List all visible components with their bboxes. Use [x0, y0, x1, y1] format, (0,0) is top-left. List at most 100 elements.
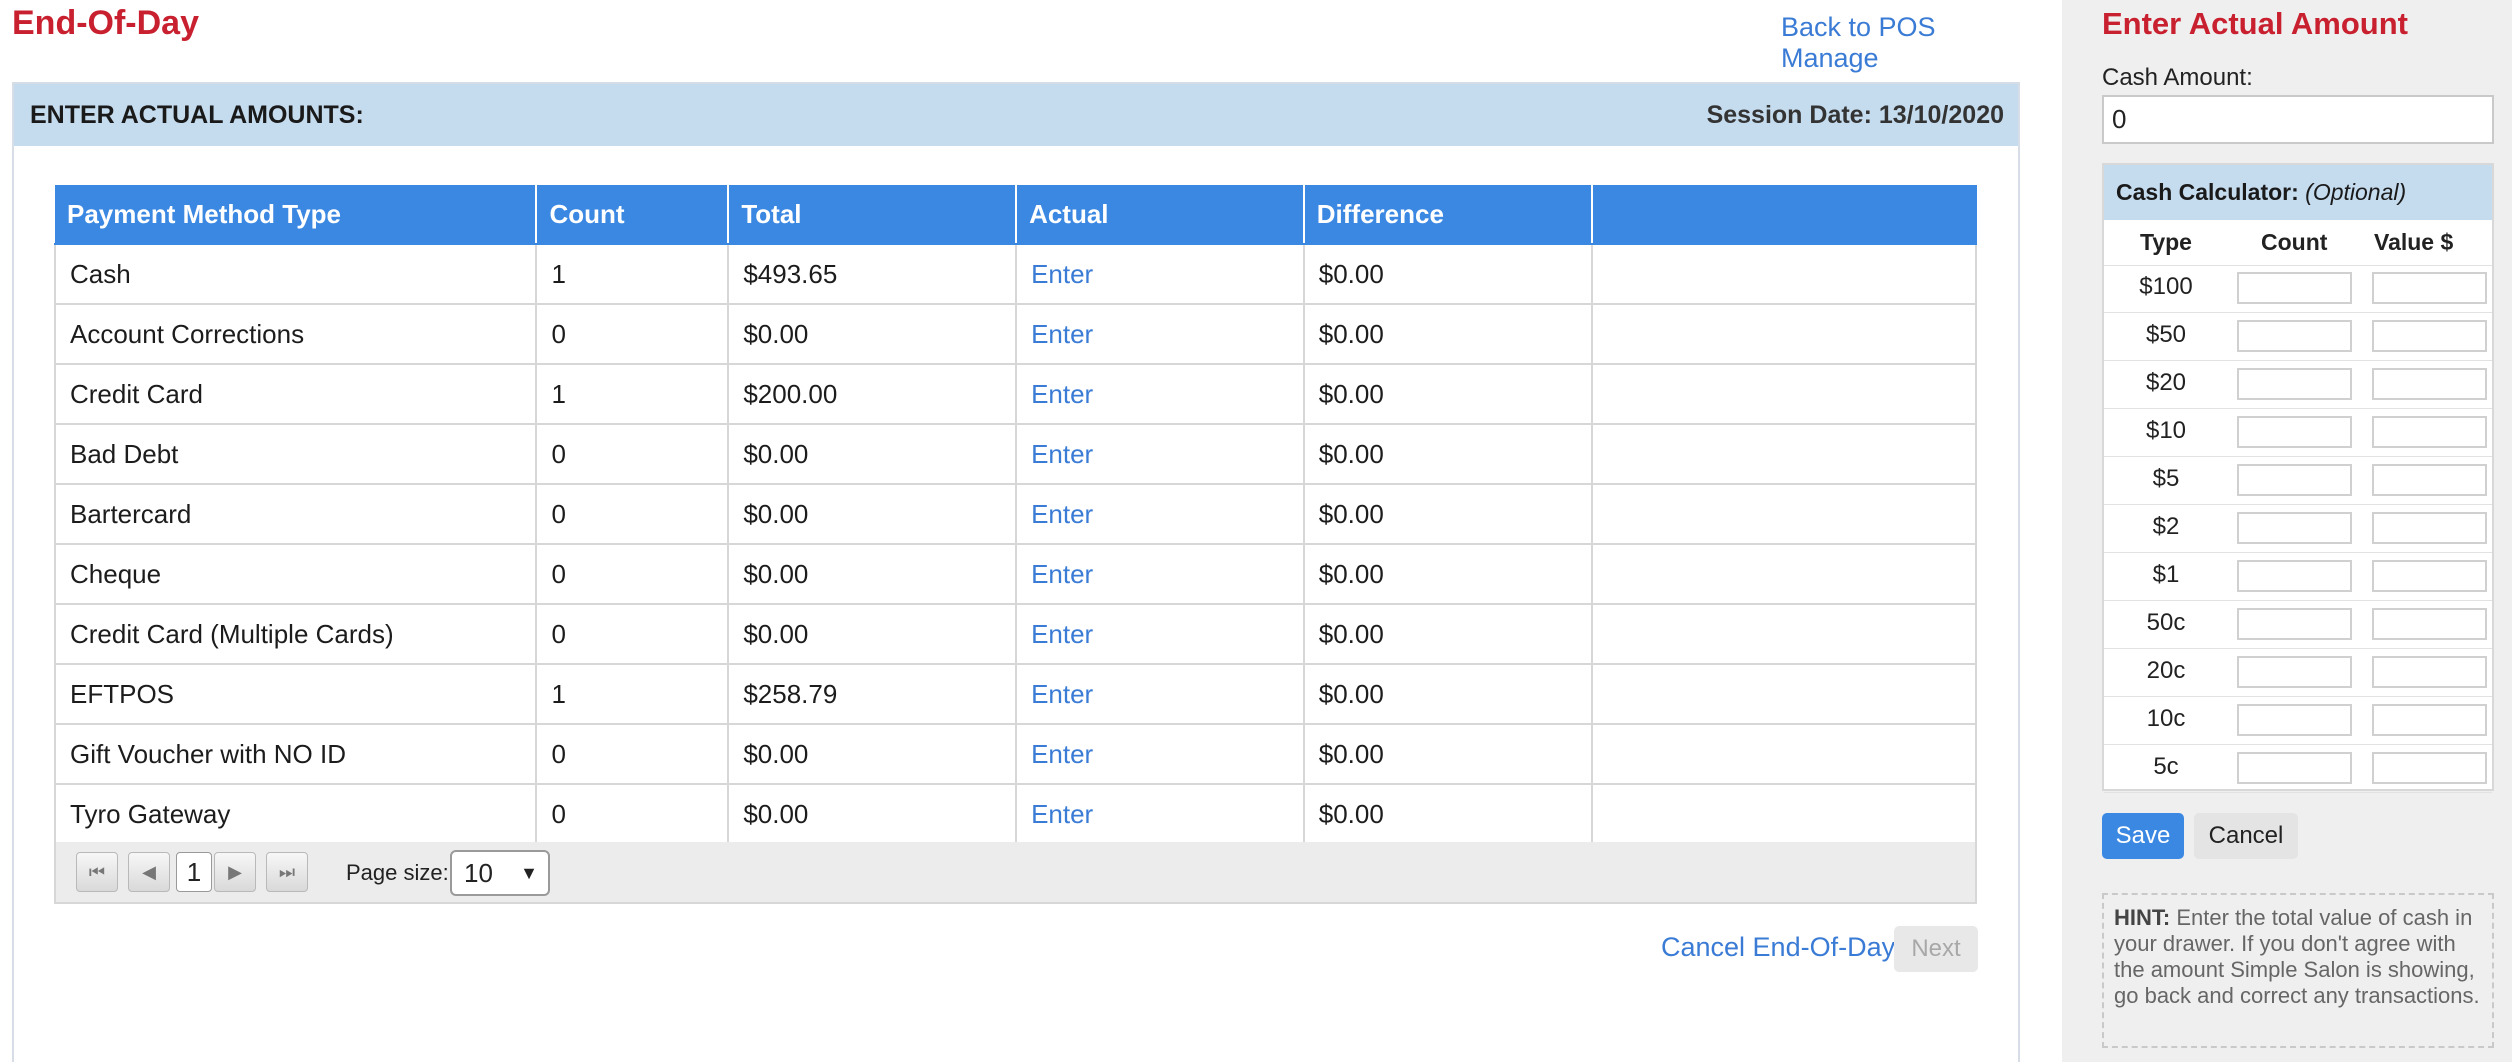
enter-actual-link[interactable]: Enter: [1015, 723, 1305, 785]
cell-difference: $0.00: [1302, 723, 1593, 785]
denomination-value-input[interactable]: [2372, 512, 2487, 544]
cell-payment-type: Bad Debt: [53, 423, 538, 485]
denomination-count-input[interactable]: [2237, 416, 2352, 448]
calculator-row: $1: [2104, 553, 2492, 601]
cell-empty: [1590, 363, 1978, 425]
cell-payment-type: Bartercard: [53, 483, 538, 545]
calculator-row: $100: [2104, 265, 2492, 313]
table-row: Credit Card 1 $200.00 Enter $0.00: [53, 363, 1978, 425]
save-button[interactable]: Save: [2102, 813, 2184, 859]
cell-count: 1: [535, 663, 730, 725]
denomination-value-input[interactable]: [2372, 464, 2487, 496]
cancel-end-of-day-link[interactable]: Cancel End-Of-Day: [1661, 932, 1895, 963]
cell-total: $0.00: [727, 603, 1018, 665]
cell-total: $493.65: [727, 243, 1018, 305]
cell-difference: $0.00: [1302, 603, 1593, 665]
enter-actual-link[interactable]: Enter: [1015, 543, 1305, 605]
denomination-value-input[interactable]: [2372, 416, 2487, 448]
denomination-value-input[interactable]: [2372, 656, 2487, 688]
denomination-label: $20: [2145, 369, 2187, 396]
calculator-row: $10: [2104, 409, 2492, 457]
cell-count: 0: [535, 543, 730, 605]
enter-actual-link[interactable]: Enter: [1015, 423, 1305, 485]
cell-count: 0: [535, 783, 730, 845]
current-page-number[interactable]: 1: [176, 852, 212, 892]
denomination-count-input[interactable]: [2237, 368, 2352, 400]
denomination-label: $10: [2145, 417, 2187, 444]
cash-amount-label: Cash Amount:: [2102, 64, 2253, 91]
cell-payment-type: Cheque: [53, 543, 538, 605]
cell-payment-type: Cash: [53, 243, 538, 305]
calculator-columns: Type Count Value $: [2104, 229, 2492, 259]
col-difference[interactable]: Difference: [1303, 185, 1593, 245]
denomination-count-input[interactable]: [2237, 560, 2352, 592]
denomination-count-input[interactable]: [2237, 512, 2352, 544]
cell-difference: $0.00: [1302, 363, 1593, 425]
table-row: Tyro Gateway 0 $0.00 Enter $0.00: [53, 783, 1978, 845]
table-row: Account Corrections 0 $0.00 Enter $0.00: [53, 303, 1978, 365]
enter-actual-link[interactable]: Enter: [1015, 783, 1305, 845]
cancel-button[interactable]: Cancel: [2194, 813, 2298, 859]
enter-actual-link[interactable]: Enter: [1015, 303, 1305, 365]
cell-payment-type: Gift Voucher with NO ID: [53, 723, 538, 785]
col-count[interactable]: Count: [536, 185, 730, 245]
cell-difference: $0.00: [1302, 483, 1593, 545]
sidebar: Enter Actual Amount Cash Amount: 0 Cash …: [2062, 0, 2512, 1062]
first-page-icon[interactable]: ⏮: [76, 852, 118, 892]
cell-difference: $0.00: [1302, 783, 1593, 845]
cell-empty: [1590, 303, 1978, 365]
back-to-pos-link[interactable]: Back to POS Manage: [1781, 12, 2040, 74]
denomination-value-input[interactable]: [2372, 608, 2487, 640]
denomination-label: $1: [2152, 561, 2180, 588]
cell-count: 0: [535, 723, 730, 785]
enter-actual-link[interactable]: Enter: [1015, 363, 1305, 425]
next-button[interactable]: Next: [1894, 926, 1978, 972]
session-date: Session Date: 13/10/2020: [1707, 101, 2004, 130]
cash-calculator: Cash Calculator: (Optional) Type Count V…: [2102, 163, 2494, 793]
cell-difference: $0.00: [1302, 243, 1593, 305]
calc-col-value: Value $: [2374, 229, 2454, 255]
cell-empty: [1590, 603, 1978, 665]
denomination-value-input[interactable]: [2372, 320, 2487, 352]
cell-empty: [1590, 723, 1978, 785]
calculator-row: $50: [2104, 313, 2492, 361]
page-title: End-Of-Day: [12, 4, 199, 42]
table-row: Bartercard 0 $0.00 Enter $0.00: [53, 483, 1978, 545]
denomination-count-input[interactable]: [2237, 608, 2352, 640]
page-size-value: 10: [464, 858, 493, 888]
denomination-value-input[interactable]: [2372, 560, 2487, 592]
enter-actual-link[interactable]: Enter: [1015, 483, 1305, 545]
cell-difference: $0.00: [1302, 663, 1593, 725]
enter-actual-link[interactable]: Enter: [1015, 243, 1305, 305]
denomination-count-input[interactable]: [2237, 320, 2352, 352]
cell-count: 1: [535, 363, 730, 425]
enter-actual-link[interactable]: Enter: [1015, 603, 1305, 665]
page-size-select[interactable]: 10 ▼: [450, 850, 550, 896]
denomination-count-input[interactable]: [2237, 464, 2352, 496]
denomination-count-input[interactable]: [2237, 704, 2352, 736]
denomination-count-input[interactable]: [2237, 752, 2352, 784]
denomination-label: 5c: [2153, 753, 2179, 780]
col-payment-method-type[interactable]: Payment Method Type: [55, 185, 538, 245]
prev-page-icon[interactable]: ◀: [128, 852, 170, 892]
main-area: End-Of-Day Back to POS Manage ENTER ACTU…: [0, 0, 2040, 1062]
denomination-count-input[interactable]: [2237, 656, 2352, 688]
next-page-icon[interactable]: ▶: [214, 852, 256, 892]
enter-actual-link[interactable]: Enter: [1015, 663, 1305, 725]
col-actual[interactable]: Actual: [1016, 185, 1305, 245]
table-row: Gift Voucher with NO ID 0 $0.00 Enter $0.00: [53, 723, 1978, 785]
cash-amount-input[interactable]: 0: [2102, 95, 2494, 144]
last-page-icon[interactable]: ⏭: [266, 852, 308, 892]
hint-box: HINT: Enter the total value of cash in y…: [2102, 893, 2494, 1048]
denomination-value-input[interactable]: [2372, 368, 2487, 400]
cell-count: 1: [535, 243, 730, 305]
cell-empty: [1590, 243, 1978, 305]
denomination-label: $2: [2152, 513, 2180, 540]
table-row: EFTPOS 1 $258.79 Enter $0.00: [53, 663, 1978, 725]
denomination-value-input[interactable]: [2372, 272, 2487, 304]
denomination-value-input[interactable]: [2372, 752, 2487, 784]
denomination-count-input[interactable]: [2237, 272, 2352, 304]
cell-payment-type: Account Corrections: [53, 303, 538, 365]
denomination-value-input[interactable]: [2372, 704, 2487, 736]
col-total[interactable]: Total: [728, 185, 1018, 245]
